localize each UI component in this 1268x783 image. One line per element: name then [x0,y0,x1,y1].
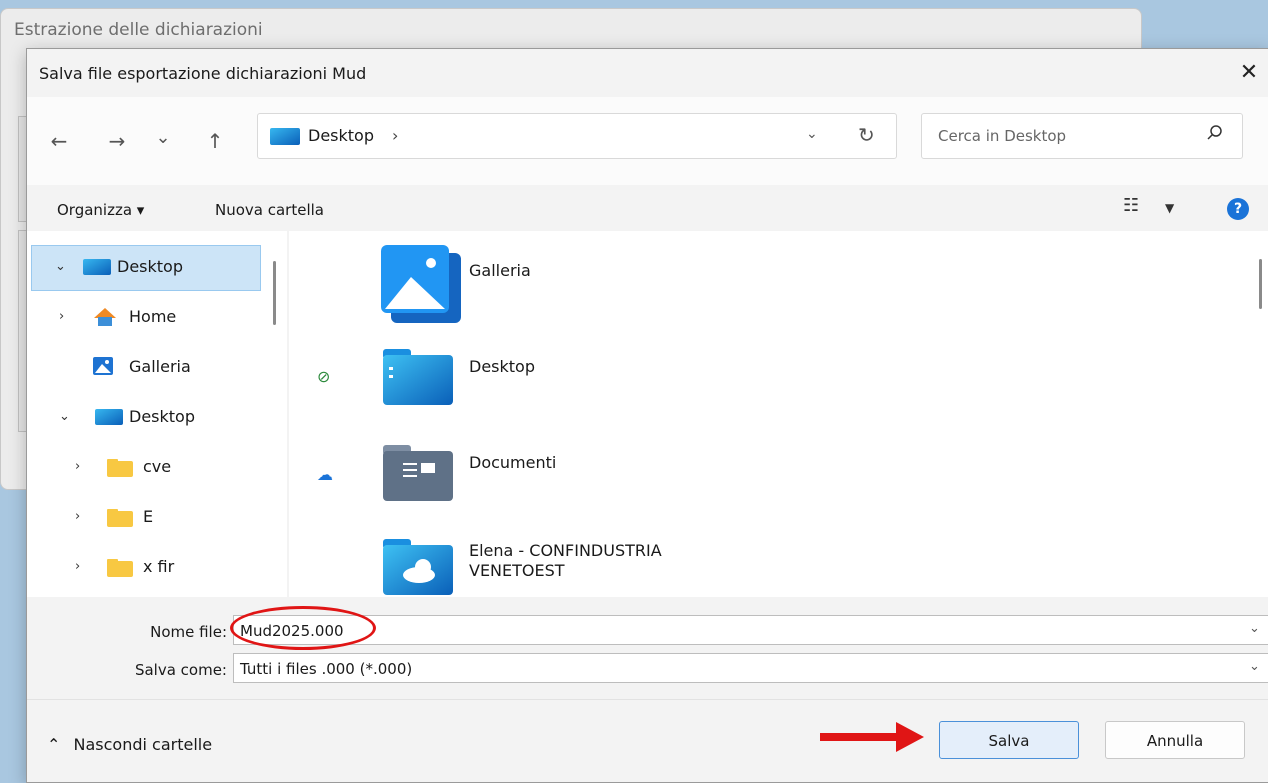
nav-item-label: cve [143,457,172,476]
cloud-icon: ☁ [317,465,333,484]
nav-scrollbar[interactable] [273,261,276,325]
folder-icon [107,559,133,577]
search-placeholder: Cerca in Desktop [938,127,1067,145]
savetype-select[interactable]: Tutti i files .000 (*.000) [233,653,1268,683]
item-name: Desktop [469,357,535,376]
chevron-right-icon[interactable]: › [59,309,64,324]
nav-item-label: x fir [143,557,175,576]
list-item-galleria[interactable]: Galleria [377,245,777,325]
home-icon [94,308,116,326]
list-item-documenti[interactable]: ☁ Documenti [317,441,777,511]
save-dialog: Salva file esportazione dichiarazioni Mu… [26,48,1268,783]
chevron-down-icon[interactable]: ⌄ [1249,659,1260,674]
chevron-down-icon[interactable]: ⌄ [1249,621,1260,636]
nav-item-label: Desktop [129,407,195,426]
nav-item-label: E [143,507,154,526]
filename-label: Nome file: [150,623,227,641]
chevron-down-icon[interactable]: ⌄ [55,259,66,274]
list-item-onedrive[interactable]: Elena - CONFINDUSTRIA VENETOEST [383,537,843,597]
save-button[interactable]: Salva [939,721,1079,759]
item-name: Documenti [469,453,557,472]
view-dropdown-icon[interactable]: ▼ [1165,201,1174,215]
search-input[interactable]: Cerca in Desktop [921,113,1243,159]
desktop-folder-icon [383,349,453,405]
divider [27,699,1268,700]
back-button[interactable]: ← [47,129,71,153]
gallery-icon [93,357,113,375]
annotation-arrow-icon [820,722,924,752]
list-item-desktop[interactable]: ⊘ Desktop [317,345,777,415]
nav-item-label: Desktop [117,257,183,276]
desktop-icon [95,409,123,425]
close-button[interactable]: ✕ [1233,57,1265,89]
nav-item-desktop-folder[interactable]: ⌄ Desktop [27,405,257,431]
sync-ok-icon: ⊘ [317,367,331,386]
desktop-icon [83,259,111,275]
annotation-ellipse [230,606,376,650]
forward-button[interactable]: → [105,129,129,153]
address-bar[interactable]: Desktop › ⌄ ↻ [257,113,897,159]
nav-item-cve[interactable]: › cve [27,455,257,481]
chevron-right-icon[interactable]: › [75,559,80,574]
folder-icon [107,509,133,527]
help-icon[interactable]: ? [1227,198,1249,220]
dialog-title: Salva file esportazione dichiarazioni Mu… [39,64,367,83]
hide-folders-button[interactable]: ⌃ Nascondi cartelle [47,735,212,754]
nav-item-label: Galleria [129,357,191,376]
chevron-right-icon[interactable]: › [75,459,80,474]
nav-item-home[interactable]: › Home [27,305,257,331]
chevron-right-icon[interactable]: › [392,126,398,145]
gallery-icon [381,245,461,323]
item-name: Elena - CONFINDUSTRIA [469,541,662,560]
chevron-up-icon: ⌃ [47,735,61,754]
recent-locations-button[interactable]: ⌄ [151,127,175,148]
chevron-down-icon[interactable]: ⌄ [806,126,818,142]
cancel-button[interactable]: Annulla [1105,721,1245,759]
item-name: Galleria [469,261,531,280]
command-bar [27,185,1268,231]
documents-folder-icon [383,445,453,501]
address-path: Desktop [308,126,374,145]
search-icon [1207,125,1222,140]
filename-field[interactable]: Mud2025.000 [233,615,1268,645]
view-options-icon[interactable]: ☷ [1123,195,1139,216]
hide-folders-label: Nascondi cartelle [73,735,213,754]
folder-icon [107,459,133,477]
chevron-down-icon[interactable]: ⌄ [59,409,70,424]
nav-item-x-fir[interactable]: › x fir [27,555,257,581]
nav-item-label: Home [129,307,177,326]
desktop-icon [270,128,300,145]
chevron-right-icon[interactable]: › [75,509,80,524]
organize-button[interactable]: Organizza ▾ [57,201,144,219]
nav-item-e[interactable]: › E [27,505,257,531]
refresh-icon[interactable]: ↻ [858,123,875,147]
nav-item-galleria[interactable]: Galleria [27,355,257,381]
background-window-title: Estrazione delle dichiarazioni [14,20,263,40]
onedrive-folder-icon [383,539,453,595]
item-name: VENETOEST [469,561,565,580]
savetype-label: Salva come: [134,661,227,679]
new-folder-button[interactable]: Nuova cartella [215,201,324,219]
file-list-scrollbar[interactable] [1259,259,1262,309]
up-button[interactable]: ↑ [203,129,227,153]
nav-item-desktop[interactable]: ⌄ Desktop [27,255,257,281]
